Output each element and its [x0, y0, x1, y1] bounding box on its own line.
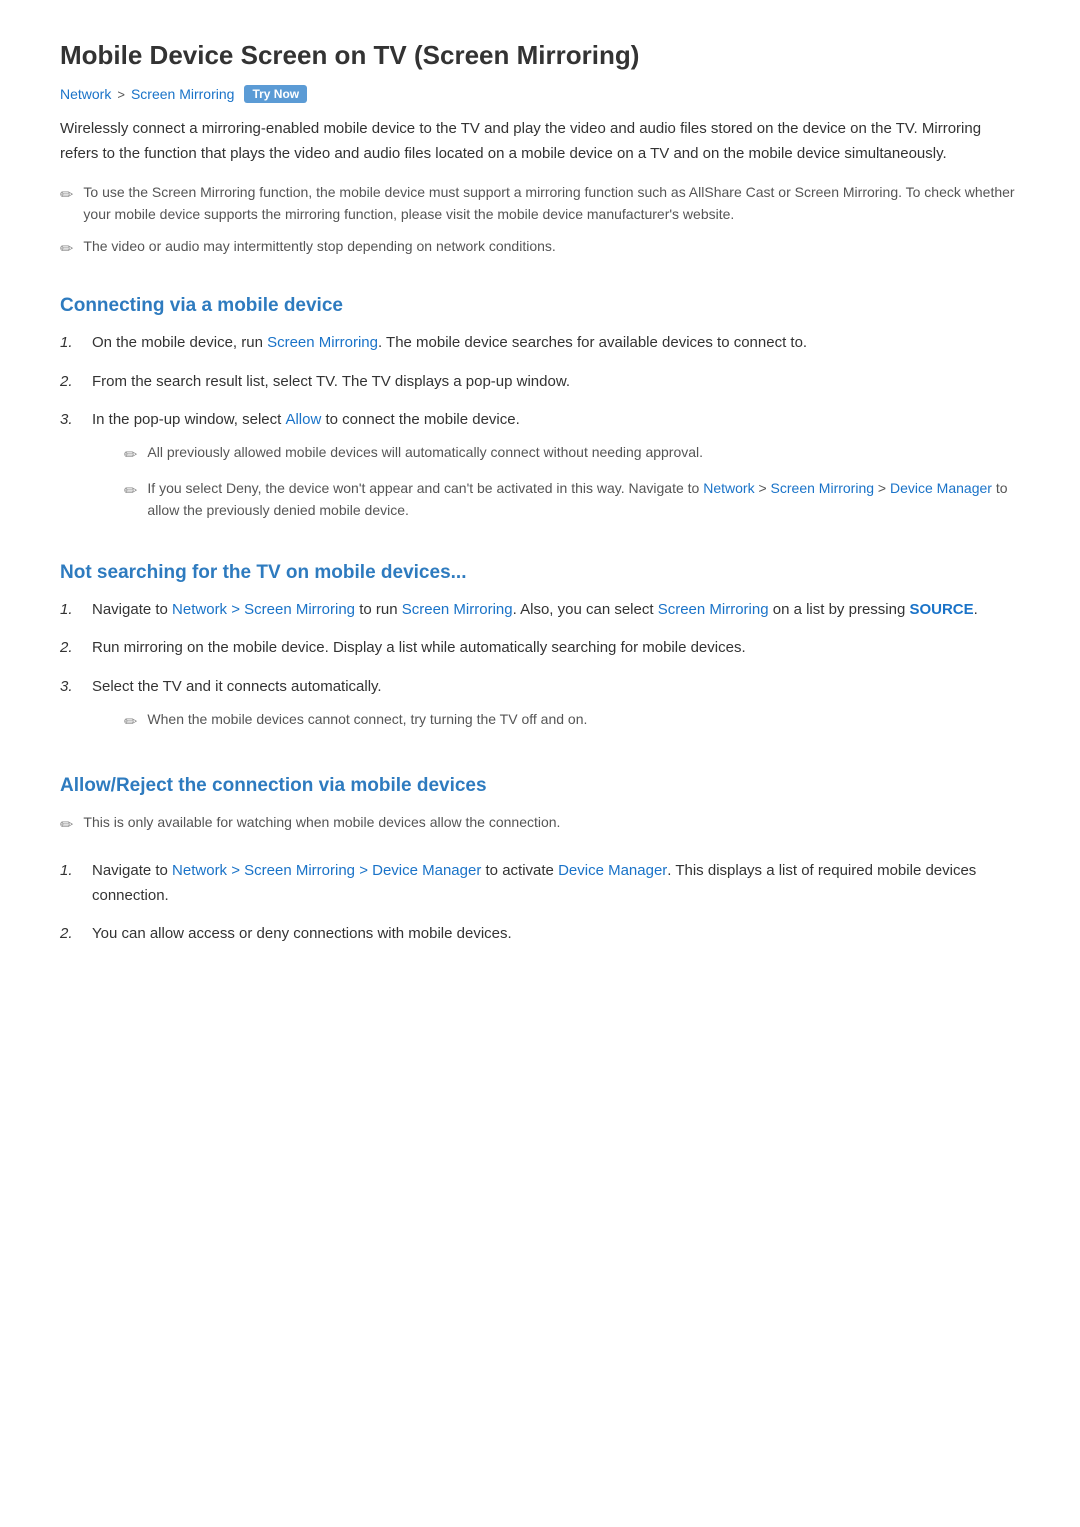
s3i1-text-after: to activate — [481, 862, 558, 879]
section3-intro-note-1: ✏ This is only available for watching wh… — [60, 811, 1020, 839]
section1-item-2-text: From the search result list, select TV. … — [92, 373, 570, 390]
subnote-link-device-manager[interactable]: Device Manager — [890, 480, 992, 496]
section3-title: Allow/Reject the connection via mobile d… — [60, 775, 1020, 797]
section2-item-2: Run mirroring on the mobile device. Disp… — [60, 636, 1020, 661]
s2i1-text-mid: to run — [355, 601, 402, 618]
subnote-link-screen-mirroring[interactable]: Screen Mirroring — [771, 480, 874, 496]
breadcrumb-network[interactable]: Network — [60, 86, 111, 102]
note-item-1: ✏ To use the Screen Mirroring function, … — [60, 181, 1020, 226]
section1-item-1-content: On the mobile device, run Screen Mirrori… — [92, 331, 807, 356]
section1-subnote-1: ✏ All previously allowed mobile devices … — [124, 441, 1020, 469]
s2i1-link-sm2[interactable]: Screen Mirroring — [658, 601, 769, 618]
section2-item-3-subnotes: ✏ When the mobile devices cannot connect… — [124, 708, 587, 736]
section2-list: Navigate to Network > Screen Mirroring t… — [60, 598, 1020, 744]
section1-title: Connecting via a mobile device — [60, 295, 1020, 317]
subnote-icon-s2: ✏ — [124, 710, 137, 736]
note-text-s3: This is only available for watching when… — [83, 811, 560, 833]
section2-item-1-content: Navigate to Network > Screen Mirroring t… — [92, 598, 978, 623]
section1-item-3-text-after: to connect the mobile device. — [321, 411, 519, 428]
section2-item-1: Navigate to Network > Screen Mirroring t… — [60, 598, 1020, 623]
s3i1-link-full[interactable]: Network > Screen Mirroring > Device Mana… — [172, 862, 481, 879]
section1-item-1: On the mobile device, run Screen Mirrori… — [60, 331, 1020, 356]
section1-item-1-text-after: . The mobile device searches for availab… — [378, 334, 807, 351]
s2i1-text-after: . Also, you can select — [513, 601, 658, 618]
subnote-text-2: If you select Deny, the device won't app… — [147, 477, 1020, 522]
subnote-text-s2: When the mobile devices cannot connect, … — [147, 708, 587, 730]
note-icon-1: ✏ — [60, 183, 73, 209]
section2-title: Not searching for the TV on mobile devic… — [60, 562, 1020, 584]
breadcrumb: Network > Screen Mirroring Try Now — [60, 85, 1020, 103]
section1-list: On the mobile device, run Screen Mirrori… — [60, 331, 1020, 530]
note-text-2: The video or audio may intermittently st… — [83, 235, 555, 257]
section1-subnote-2: ✏ If you select Deny, the device won't a… — [124, 477, 1020, 522]
s2i1-link-sm[interactable]: Screen Mirroring — [402, 601, 513, 618]
subnote-icon-1: ✏ — [124, 443, 137, 469]
section1-item-2: From the search result list, select TV. … — [60, 370, 1020, 395]
subnote-icon-2: ✏ — [124, 479, 137, 505]
try-now-badge[interactable]: Try Now — [244, 85, 307, 103]
s3i1-link-dm[interactable]: Device Manager — [558, 862, 667, 879]
s3i1-text-before: Navigate to — [92, 862, 172, 879]
s2i1-text-before: Navigate to — [92, 601, 172, 618]
note-icon-2: ✏ — [60, 237, 73, 263]
note-list: ✏ To use the Screen Mirroring function, … — [60, 181, 1020, 263]
section3-item-2: You can allow access or deny connections… — [60, 922, 1020, 947]
section1-item-3: In the pop-up window, select Allow to co… — [60, 408, 1020, 529]
section3-item-1: Navigate to Network > Screen Mirroring >… — [60, 859, 1020, 909]
breadcrumb-sep1: > — [117, 87, 125, 102]
section1-item-3-subnotes: ✏ All previously allowed mobile devices … — [124, 441, 1020, 521]
section2-subnote-1: ✏ When the mobile devices cannot connect… — [124, 708, 587, 736]
page-title: Mobile Device Screen on TV (Screen Mirro… — [60, 40, 1020, 71]
section1-item-1-text-before: On the mobile device, run — [92, 334, 267, 351]
section1-item-3-link-allow[interactable]: Allow — [285, 411, 321, 428]
section1-item-1-link[interactable]: Screen Mirroring — [267, 334, 378, 351]
section3-item-2-content: You can allow access or deny connections… — [92, 922, 512, 947]
section2-item-3: Select the TV and it connects automatica… — [60, 675, 1020, 743]
s2i1-link-network-sm[interactable]: Network > Screen Mirroring — [172, 601, 355, 618]
s2i3-text: Select the TV and it connects automatica… — [92, 678, 382, 695]
section3-intro-notes: ✏ This is only available for watching wh… — [60, 811, 1020, 839]
section1-item-3-content: In the pop-up window, select Allow to co… — [92, 408, 1020, 529]
s2i1-text-end: on a list by pressing — [769, 601, 910, 618]
section2-item-3-content: Select the TV and it connects automatica… — [92, 675, 587, 743]
section1-item-3-text-before: In the pop-up window, select — [92, 411, 285, 428]
section2-item-2-content: Run mirroring on the mobile device. Disp… — [92, 636, 746, 661]
s2i2-text: Run mirroring on the mobile device. Disp… — [92, 639, 746, 656]
breadcrumb-screen-mirroring[interactable]: Screen Mirroring — [131, 86, 234, 102]
intro-text: Wirelessly connect a mirroring-enabled m… — [60, 117, 1020, 167]
section1-item-2-content: From the search result list, select TV. … — [92, 370, 570, 395]
s3i2-text: You can allow access or deny connections… — [92, 925, 512, 942]
note-text-1: To use the Screen Mirroring function, th… — [83, 181, 1020, 226]
s2i1-period: . — [974, 601, 978, 618]
subnote-text-1: All previously allowed mobile devices wi… — [147, 441, 703, 463]
note-icon-s3: ✏ — [60, 813, 73, 839]
subnote-link-network[interactable]: Network — [703, 480, 754, 496]
section3-list: Navigate to Network > Screen Mirroring >… — [60, 859, 1020, 947]
s2i1-link-source[interactable]: SOURCE — [909, 601, 973, 618]
note-item-2: ✏ The video or audio may intermittently … — [60, 235, 1020, 263]
section3-item-1-content: Navigate to Network > Screen Mirroring >… — [92, 859, 1020, 909]
